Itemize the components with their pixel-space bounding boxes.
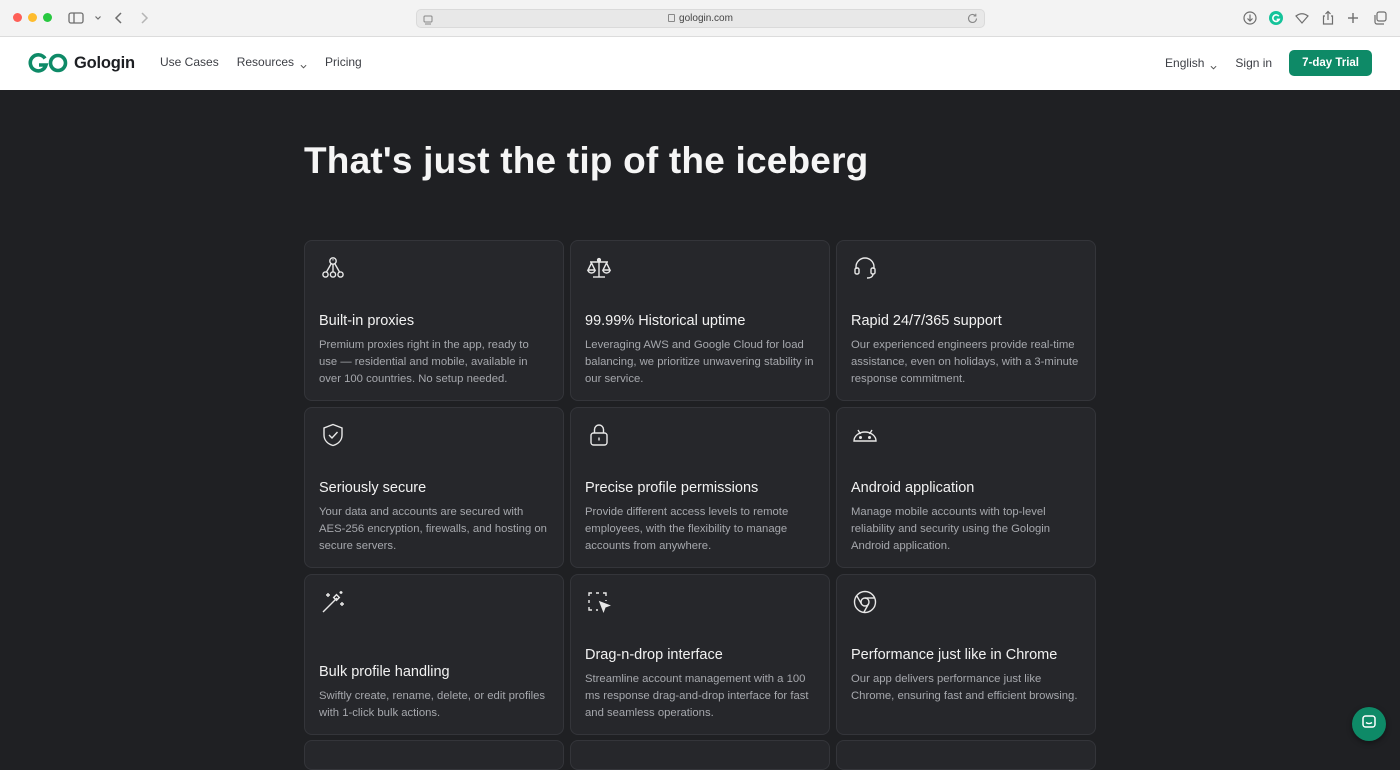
feature-description: Manage mobile accounts with top-level re… xyxy=(851,504,1081,555)
feature-card xyxy=(570,740,830,770)
feature-card: Bulk profile handling Swiftly create, re… xyxy=(304,574,564,735)
feature-title: Precise profile permissions xyxy=(585,480,758,496)
feature-title: Bulk profile handling xyxy=(319,664,450,680)
features-grid: Built-in proxies Premium proxies right i… xyxy=(304,240,1096,735)
drag-select-icon xyxy=(585,588,613,616)
chrome-icon xyxy=(851,588,879,616)
site-header: Gologin Use Cases Resources Pricing Engl… xyxy=(0,37,1400,90)
feature-title: Seriously secure xyxy=(319,480,426,496)
feature-description: Swiftly create, rename, delete, or edit … xyxy=(319,688,549,722)
feature-card: Precise profile permissions Provide diff… xyxy=(570,407,830,568)
extension-icon[interactable] xyxy=(1293,9,1311,27)
scale-icon xyxy=(585,254,613,282)
feature-card: Performance just like in Chrome Our app … xyxy=(836,574,1096,735)
grammarly-extension-icon[interactable] xyxy=(1267,9,1285,27)
maximize-window-button[interactable] xyxy=(43,13,52,22)
android-icon xyxy=(851,421,879,449)
sidebar-toggle-icon[interactable] xyxy=(67,9,85,27)
close-window-button[interactable] xyxy=(13,13,22,22)
features-section: That's just the tip of the iceberg Built… xyxy=(0,90,1400,755)
feature-title: 99.99% Historical uptime xyxy=(585,313,745,329)
feature-description: Streamline account management with a 100… xyxy=(585,671,815,722)
feature-description: Our app delivers performance just like C… xyxy=(851,671,1081,705)
nav-pricing[interactable]: Pricing xyxy=(325,55,362,69)
url-text: gologin.com xyxy=(679,13,733,24)
feature-card: Rapid 24/7/365 support Our experienced e… xyxy=(836,240,1096,401)
magic-wand-icon xyxy=(319,588,347,616)
logo-text: Gologin xyxy=(74,54,135,73)
sign-in-link[interactable]: Sign in xyxy=(1235,56,1272,70)
feature-card: Built-in proxies Premium proxies right i… xyxy=(304,240,564,401)
address-bar[interactable]: gologin.com xyxy=(416,9,985,28)
language-selector[interactable]: English xyxy=(1165,56,1217,70)
feature-card xyxy=(304,740,564,770)
lock-icon xyxy=(668,14,675,22)
feature-card: Drag-n-drop interface Streamline account… xyxy=(570,574,830,735)
feature-title: Built-in proxies xyxy=(319,313,414,329)
feature-card: 99.99% Historical uptime Leveraging AWS … xyxy=(570,240,830,401)
nav-resources-label: Resources xyxy=(237,55,294,69)
feature-card xyxy=(836,740,1096,770)
nav-use-cases[interactable]: Use Cases xyxy=(160,55,219,69)
chevron-down-icon xyxy=(300,59,307,66)
browser-toolbar: gologin.com xyxy=(0,0,1400,37)
chevron-down-icon xyxy=(1210,60,1217,67)
gologin-logo-mark-icon xyxy=(28,52,68,74)
feature-title: Android application xyxy=(851,480,974,496)
features-next-row xyxy=(304,740,1096,770)
new-tab-icon[interactable] xyxy=(1344,9,1362,27)
feature-description: Our experienced engineers provide real-t… xyxy=(851,337,1081,388)
feature-card: Android application Manage mobile accoun… xyxy=(836,407,1096,568)
chat-support-button[interactable] xyxy=(1352,707,1386,741)
chat-icon xyxy=(1361,714,1377,735)
minimize-window-button[interactable] xyxy=(28,13,37,22)
chevron-down-icon[interactable] xyxy=(89,9,99,27)
feature-description: Provide different access levels to remot… xyxy=(585,504,815,555)
lock-icon xyxy=(585,421,613,449)
main-nav: Use Cases Resources Pricing xyxy=(160,55,362,69)
language-label: English xyxy=(1165,56,1204,70)
reload-icon[interactable] xyxy=(966,12,979,25)
nav-resources[interactable]: Resources xyxy=(237,55,307,69)
headset-icon xyxy=(851,254,879,282)
gologin-logo[interactable]: Gologin xyxy=(28,51,135,75)
feature-description: Premium proxies right in the app, ready … xyxy=(319,337,549,388)
back-icon[interactable] xyxy=(110,9,128,27)
forward-icon[interactable] xyxy=(135,9,153,27)
tab-overview-icon[interactable] xyxy=(1371,9,1389,27)
feature-title: Drag-n-drop interface xyxy=(585,647,723,663)
header-actions: English Sign in 7-day Trial xyxy=(1165,50,1372,76)
feature-title: Rapid 24/7/365 support xyxy=(851,313,1002,329)
feature-card: Seriously secure Your data and accounts … xyxy=(304,407,564,568)
shield-check-icon xyxy=(319,421,347,449)
share-icon[interactable] xyxy=(1319,9,1337,27)
downloads-icon[interactable] xyxy=(1241,9,1259,27)
feature-title: Performance just like in Chrome xyxy=(851,647,1057,663)
url-text-container: gologin.com xyxy=(417,13,984,24)
feature-description: Your data and accounts are secured with … xyxy=(319,504,549,555)
section-headline: That's just the tip of the iceberg xyxy=(304,140,868,182)
trial-button[interactable]: 7-day Trial xyxy=(1289,50,1372,76)
feature-description: Leveraging AWS and Google Cloud for load… xyxy=(585,337,815,388)
proxies-icon xyxy=(319,254,347,282)
